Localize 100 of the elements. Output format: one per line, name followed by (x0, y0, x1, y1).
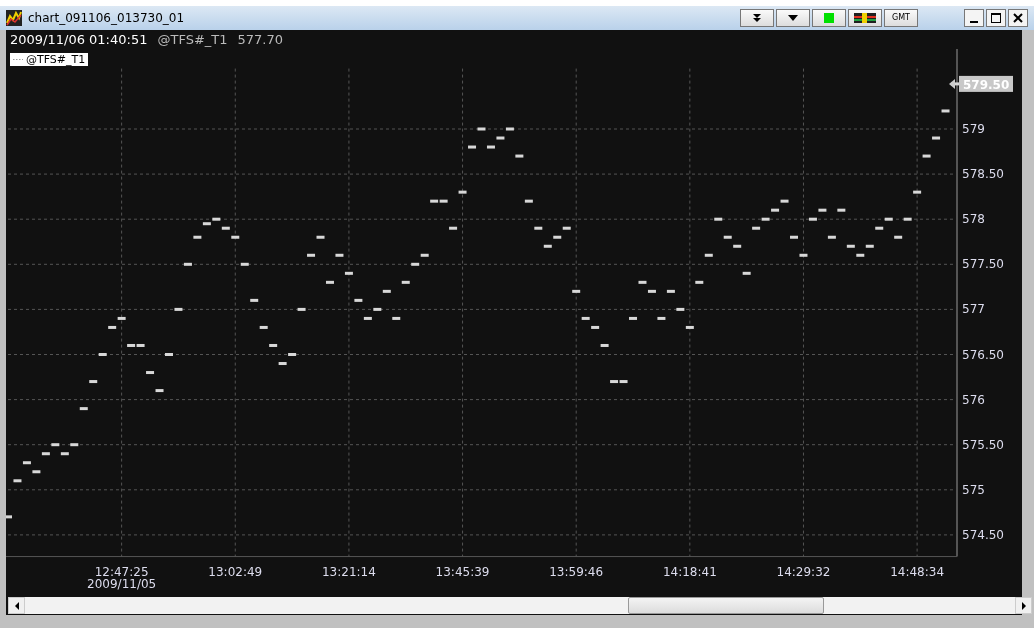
data-point (60, 452, 69, 456)
data-point (856, 253, 865, 257)
data-point (932, 136, 941, 140)
data-point (865, 244, 874, 248)
data-point (543, 244, 552, 248)
price-label: 577.70 (237, 32, 283, 47)
scrollbar-thumb[interactable] (628, 597, 824, 614)
data-point (846, 244, 855, 248)
scroll-right-button[interactable] (1015, 597, 1032, 614)
data-point (297, 307, 306, 311)
legend-label: @TFS#_T1 (26, 53, 86, 66)
x-axis-label: 13:59:46 (549, 565, 604, 579)
window-title: chart_091106_013730_01 (28, 11, 185, 25)
data-point (808, 217, 817, 221)
data-point (193, 235, 202, 239)
data-point (638, 280, 647, 284)
data-point (477, 127, 486, 131)
data-point (629, 316, 637, 320)
data-point (657, 316, 666, 320)
data-point (903, 217, 912, 221)
data-point (51, 443, 60, 447)
dropdown-button[interactable] (776, 9, 810, 27)
data-point (486, 145, 495, 149)
data-point (771, 208, 780, 212)
data-point (733, 244, 742, 248)
timestamp: 2009/11/06 01:40:51 (10, 32, 148, 47)
flag-button[interactable] (848, 9, 882, 27)
data-point (685, 325, 694, 329)
close-button[interactable] (1008, 9, 1028, 27)
data-point (449, 226, 458, 230)
data-point (326, 280, 334, 284)
data-point (799, 253, 808, 257)
data-point (837, 208, 846, 212)
data-point (288, 353, 297, 356)
app-logo-icon (6, 10, 22, 26)
data-point (363, 316, 372, 320)
y-axis-label: 577.50 (962, 257, 1004, 272)
data-point (231, 235, 240, 239)
data-point (524, 199, 533, 203)
y-axis-label: 579 (962, 122, 985, 136)
data-point (354, 298, 363, 302)
x-axis-label: 14:29:32 (776, 565, 831, 579)
scroll-left-button[interactable] (8, 597, 25, 614)
y-axis-label: 576 (962, 392, 985, 407)
data-point (505, 127, 514, 131)
last-price-arrow-icon (949, 78, 955, 89)
data-point (468, 145, 477, 149)
data-point (695, 280, 704, 284)
data-point (335, 253, 344, 257)
data-point (714, 217, 723, 221)
x-axis-label: 13:02:49 (208, 565, 263, 579)
y-axis-label: 574.50 (962, 527, 1004, 542)
data-point (146, 371, 155, 375)
data-point (496, 136, 505, 140)
data-point (723, 235, 732, 239)
gmt-button[interactable]: GMT (884, 9, 918, 27)
data-point (155, 389, 164, 393)
data-point (676, 307, 685, 311)
data-point (884, 217, 893, 221)
data-point (269, 344, 278, 347)
dotted-line-icon (13, 58, 23, 61)
horizontal-scrollbar[interactable] (8, 597, 1032, 614)
y-axis-label: 575 (962, 482, 985, 497)
right-arrow-icon (1020, 601, 1027, 610)
data-point (316, 235, 325, 239)
status-button[interactable] (812, 9, 846, 27)
data-point (562, 226, 571, 230)
y-axis-label: 577 (962, 302, 985, 317)
minimize-button[interactable] (964, 9, 984, 27)
x-axis-label: 12:47:25 (94, 565, 149, 579)
data-point (13, 479, 22, 483)
double-caret-icon (751, 13, 763, 23)
data-point (89, 380, 98, 384)
data-point (913, 190, 922, 194)
data-point (818, 208, 827, 212)
maximize-button[interactable] (986, 9, 1006, 27)
double-caret-button[interactable] (740, 9, 774, 27)
minimize-icon (970, 21, 978, 23)
data-point (32, 470, 41, 474)
close-icon (1013, 13, 1023, 23)
data-point (70, 443, 79, 447)
data-point (221, 226, 230, 230)
data-point (572, 289, 581, 293)
data-point (108, 325, 117, 329)
x-axis-label: 14:18:41 (662, 565, 717, 579)
y-axis-label: 578 (962, 212, 985, 227)
data-point (392, 316, 401, 320)
data-point (894, 235, 903, 239)
data-point (827, 235, 836, 239)
data-point (183, 262, 192, 266)
x-axis-label: 13:21:14 (321, 565, 376, 579)
data-point (581, 316, 590, 320)
data-point (742, 271, 751, 275)
data-point (922, 154, 931, 158)
data-point (411, 262, 420, 266)
y-axis-label: 576.50 (962, 347, 1004, 362)
data-point (344, 271, 353, 275)
data-point (250, 298, 259, 302)
data-point (165, 353, 173, 356)
data-point (752, 226, 761, 230)
